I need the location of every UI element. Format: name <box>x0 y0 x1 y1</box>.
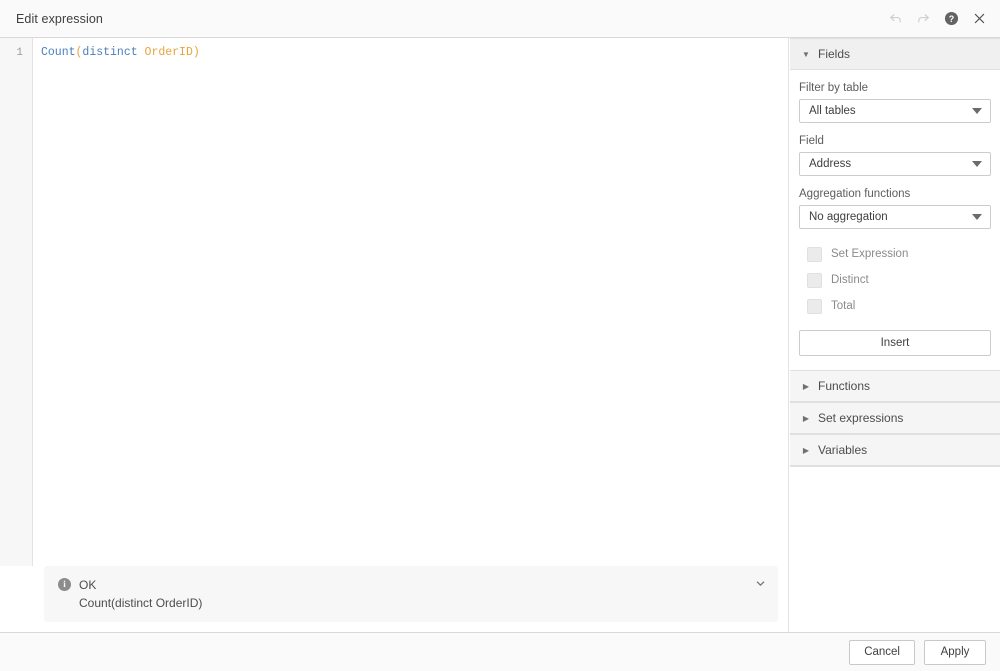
editor-wrapper: 1 Count(distinct OrderID) <box>0 38 788 566</box>
line-number: 1 <box>0 45 23 61</box>
checkbox-row-distinct[interactable]: Distinct <box>799 267 991 293</box>
chevron-right-icon-set-expressions: ▶ <box>798 414 814 423</box>
panel-empty-space <box>790 466 1000 632</box>
undo-button[interactable] <box>882 6 908 32</box>
filter-by-table-select[interactable]: All tables <box>799 99 991 123</box>
filter-by-table-value: All tables <box>809 105 856 117</box>
status-expand-button[interactable] <box>752 577 768 593</box>
svg-text:?: ? <box>948 14 953 24</box>
caret-down-icon <box>972 161 982 167</box>
chevron-down-icon <box>755 578 766 592</box>
status-detail: Count(distinct OrderID) <box>79 596 744 610</box>
status-header-row: i OK <box>58 576 744 593</box>
accordion-label-fields: Fields <box>818 47 850 61</box>
token-field: OrderID <box>145 46 193 59</box>
total-checkbox[interactable] <box>807 299 822 314</box>
token-function: Count <box>41 46 76 59</box>
accordion-header-functions[interactable]: ▶ Functions <box>790 370 1000 402</box>
undo-icon <box>888 11 903 26</box>
chevron-right-icon-functions: ▶ <box>798 382 814 391</box>
token-keyword: distinct <box>82 46 137 59</box>
close-icon <box>972 11 987 26</box>
accordion-label-set-expressions: Set expressions <box>818 411 903 425</box>
aggregation-select[interactable]: No aggregation <box>799 205 991 229</box>
dialog-body: 1 Count(distinct OrderID) i OK Count(dis… <box>0 38 1000 632</box>
field-value: Address <box>809 158 851 170</box>
total-label: Total <box>831 300 855 312</box>
info-icon: i <box>58 578 71 591</box>
redo-icon <box>916 11 931 26</box>
aggregation-group: Aggregation functions No aggregation <box>799 188 991 229</box>
expression-helper-panel: ▼ Fields Filter by table All tables Fiel… <box>789 38 1000 632</box>
status-container: i OK Count(distinct OrderID) <box>0 566 788 632</box>
field-select[interactable]: Address <box>799 152 991 176</box>
checkbox-row-set-expression[interactable]: Set Expression <box>799 241 991 267</box>
cancel-button[interactable]: Cancel <box>849 640 915 665</box>
filter-by-table-label: Filter by table <box>799 82 991 94</box>
titlebar-actions: ? <box>882 6 992 32</box>
aggregation-value: No aggregation <box>809 211 888 223</box>
expression-editor-pane: 1 Count(distinct OrderID) i OK Count(dis… <box>0 38 789 632</box>
help-button[interactable]: ? <box>938 6 964 32</box>
filter-by-table-group: Filter by table All tables <box>799 82 991 123</box>
dialog-titlebar: Edit expression <box>0 0 1000 38</box>
edit-expression-dialog: Edit expression <box>0 0 1000 671</box>
expression-input[interactable]: Count(distinct OrderID) <box>33 38 788 566</box>
accordion-label-functions: Functions <box>818 379 870 393</box>
redo-button[interactable] <box>910 6 936 32</box>
aggregation-label: Aggregation functions <box>799 188 991 200</box>
chevron-down-icon-fields: ▼ <box>798 50 814 59</box>
accordion-header-set-expressions[interactable]: ▶ Set expressions <box>790 402 1000 434</box>
help-icon: ? <box>944 11 959 26</box>
caret-down-icon <box>972 214 982 220</box>
validation-status-bar: i OK Count(distinct OrderID) <box>44 566 778 622</box>
accordion-header-fields[interactable]: ▼ Fields <box>790 38 1000 70</box>
apply-button[interactable]: Apply <box>924 640 986 665</box>
distinct-label: Distinct <box>831 274 869 286</box>
distinct-checkbox[interactable] <box>807 273 822 288</box>
field-group: Field Address <box>799 135 991 176</box>
insert-button[interactable]: Insert <box>799 330 991 356</box>
fields-section-body: Filter by table All tables Field Address… <box>790 70 1000 370</box>
chevron-right-icon-variables: ▶ <box>798 446 814 455</box>
close-button[interactable] <box>966 6 992 32</box>
field-label: Field <box>799 135 991 147</box>
accordion-header-variables[interactable]: ▶ Variables <box>790 434 1000 466</box>
accordion-label-variables: Variables <box>818 443 867 457</box>
dialog-footer: Cancel Apply <box>0 632 1000 671</box>
status-title: OK <box>79 578 96 592</box>
token-close-paren: ) <box>193 46 200 59</box>
dialog-title: Edit expression <box>16 12 882 26</box>
set-expression-label: Set Expression <box>831 248 908 260</box>
set-expression-checkbox[interactable] <box>807 247 822 262</box>
line-number-gutter: 1 <box>0 38 33 566</box>
token-space <box>138 46 145 59</box>
checkbox-row-total[interactable]: Total <box>799 293 991 319</box>
caret-down-icon <box>972 108 982 114</box>
